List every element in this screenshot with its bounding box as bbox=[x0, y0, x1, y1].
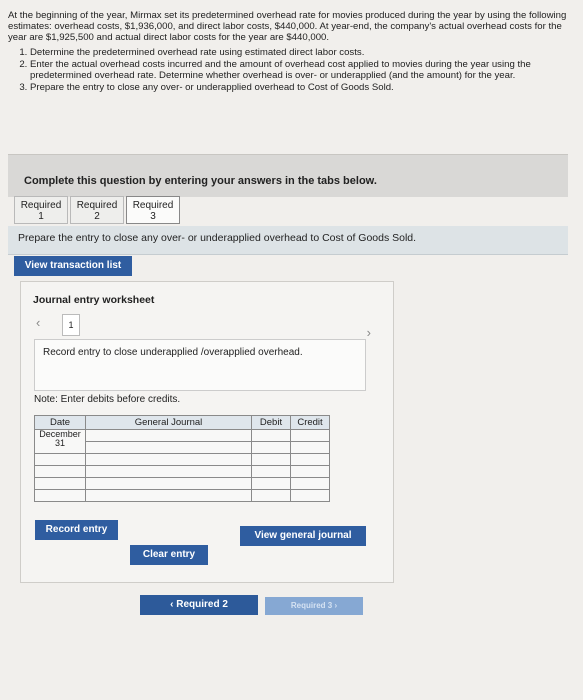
banner-text: Complete this question by entering your … bbox=[24, 175, 377, 187]
credit-input[interactable] bbox=[290, 441, 330, 454]
view-general-journal-button[interactable]: View general journal bbox=[240, 526, 366, 546]
problem-steps: Determine the predetermined overhead rat… bbox=[8, 47, 568, 93]
journal-table: Date General Journal Debit Credit Decemb… bbox=[34, 415, 330, 502]
problem-step-1: Determine the predetermined overhead rat… bbox=[30, 47, 568, 58]
date-input[interactable] bbox=[34, 453, 86, 466]
chevron-left-icon: ‹ bbox=[170, 599, 174, 610]
record-description: Record entry to close underapplied /over… bbox=[43, 347, 303, 358]
tab-required-2[interactable]: Required 2 bbox=[70, 196, 124, 224]
worksheet-page-number[interactable]: 1 bbox=[62, 314, 80, 336]
debit-credit-note: Note: Enter debits before credits. bbox=[34, 394, 181, 405]
debit-input[interactable] bbox=[251, 429, 291, 442]
tab-instruction-bar: Prepare the entry to close any over- or … bbox=[8, 226, 568, 255]
credit-input[interactable] bbox=[290, 429, 330, 442]
worksheet-title: Journal entry worksheet bbox=[33, 294, 155, 306]
table-row bbox=[34, 465, 330, 478]
debit-input[interactable] bbox=[251, 477, 291, 490]
credit-input[interactable] bbox=[290, 465, 330, 478]
tab-required-3[interactable]: Required 3 bbox=[126, 196, 180, 224]
credit-header: Credit bbox=[290, 415, 330, 430]
debit-input[interactable] bbox=[251, 441, 291, 454]
account-input[interactable] bbox=[85, 453, 252, 466]
prev-required-2-button[interactable]: ‹ Required 2 bbox=[140, 595, 258, 615]
view-transaction-list-button[interactable]: View transaction list bbox=[14, 256, 132, 276]
date-input[interactable] bbox=[34, 489, 86, 502]
debit-input[interactable] bbox=[251, 489, 291, 502]
chevron-right-icon[interactable]: › bbox=[367, 325, 371, 340]
date-input[interactable] bbox=[34, 477, 86, 490]
account-input[interactable] bbox=[85, 429, 252, 442]
next-required-3-button[interactable]: Required 3 › bbox=[265, 597, 363, 615]
table-row bbox=[34, 453, 330, 466]
journal-header-row: Date General Journal Debit Credit bbox=[34, 415, 330, 430]
account-input[interactable] bbox=[85, 477, 252, 490]
account-header: General Journal bbox=[85, 415, 252, 430]
credit-input[interactable] bbox=[290, 477, 330, 490]
chevron-left-icon[interactable]: ‹ bbox=[36, 315, 40, 330]
account-input[interactable] bbox=[85, 489, 252, 502]
problem-statement: At the beginning of the year, Mirmax set… bbox=[8, 10, 568, 94]
debit-header: Debit bbox=[251, 415, 291, 430]
date-day: 31 bbox=[54, 438, 65, 448]
date-header: Date bbox=[34, 415, 86, 430]
problem-step-3: Prepare the entry to close any over- or … bbox=[30, 82, 568, 93]
instructions-banner: Complete this question by entering your … bbox=[8, 154, 568, 197]
problem-intro: At the beginning of the year, Mirmax set… bbox=[8, 10, 567, 43]
record-entry-button[interactable]: Record entry bbox=[35, 520, 118, 540]
next-button-label: Required 3 bbox=[290, 601, 333, 610]
credit-input[interactable] bbox=[290, 489, 330, 502]
debit-input[interactable] bbox=[251, 453, 291, 466]
clear-entry-button[interactable]: Clear entry bbox=[130, 545, 208, 565]
prev-button-label: Required 2 bbox=[176, 599, 228, 610]
debit-input[interactable] bbox=[251, 465, 291, 478]
requirement-tabs: Required 1 Required 2 Required 3 bbox=[14, 196, 182, 224]
date-input[interactable] bbox=[34, 465, 86, 478]
table-row bbox=[34, 489, 330, 502]
problem-step-2: Enter the actual overhead costs incurred… bbox=[30, 59, 568, 81]
chevron-right-icon: › bbox=[334, 601, 338, 610]
account-input[interactable] bbox=[85, 465, 252, 478]
tab-required-1[interactable]: Required 1 bbox=[14, 196, 68, 224]
table-row bbox=[34, 477, 330, 490]
table-row: December 31 bbox=[34, 429, 330, 454]
record-description-box: Record entry to close underapplied /over… bbox=[34, 339, 366, 391]
account-input[interactable] bbox=[85, 441, 252, 454]
credit-input[interactable] bbox=[290, 453, 330, 466]
tab-instruction: Prepare the entry to close any over- or … bbox=[18, 232, 417, 244]
date-cell: December 31 bbox=[34, 429, 86, 454]
